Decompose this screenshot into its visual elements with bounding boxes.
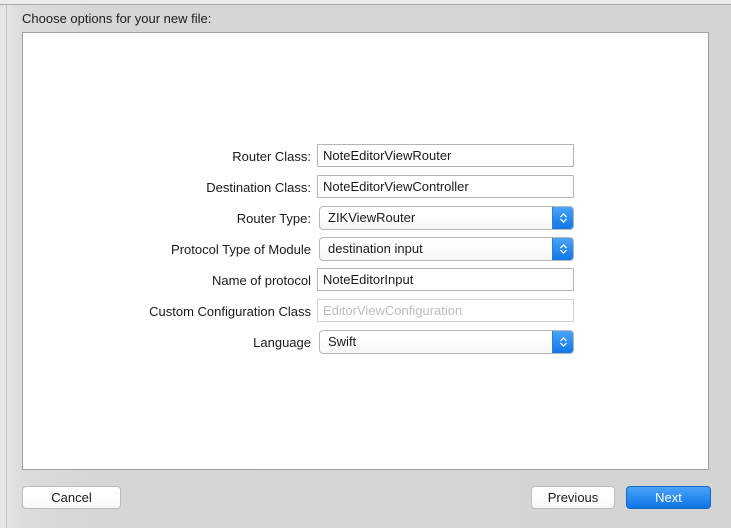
field-label: Router Class: xyxy=(232,149,311,164)
field-label: Custom Configuration Class xyxy=(149,304,311,319)
dialog-prompt: Choose options for your new file: xyxy=(22,11,212,26)
cancel-button[interactable]: Cancel xyxy=(22,486,121,509)
field-label: Router Type: xyxy=(236,211,311,226)
form-row: Router Type: ZIKViewRouter xyxy=(23,206,710,237)
text-field[interactable]: NoteEditorInput xyxy=(317,268,574,291)
popup-button[interactable]: Swift xyxy=(319,330,574,354)
options-form: Router Class: NoteEditorViewRouter Destina… xyxy=(23,144,710,361)
chevron-up-down-icon[interactable] xyxy=(552,331,573,353)
chevron-up-down-icon[interactable] xyxy=(552,238,573,260)
popup-value: destination input xyxy=(328,241,423,256)
form-row: Language Swift xyxy=(23,330,710,361)
text-field-value: NoteEditorViewRouter xyxy=(323,148,452,163)
form-row: Custom Configuration Class EditorViewConf… xyxy=(23,299,710,330)
popup-button[interactable]: ZIKViewRouter xyxy=(319,206,574,230)
text-field[interactable]: NoteEditorViewRouter xyxy=(317,144,574,167)
field-label: Protocol Type of Module xyxy=(171,242,311,257)
text-field-placeholder: EditorViewConfiguration xyxy=(323,303,463,318)
next-button[interactable]: Next xyxy=(626,486,711,509)
previous-button[interactable]: Previous xyxy=(531,486,615,509)
field-label: Name of protocol xyxy=(212,273,311,288)
field-label: Destination Class: xyxy=(206,180,311,195)
window-left-border xyxy=(6,5,7,528)
options-panel: Router Class: NoteEditorViewRouter Destina… xyxy=(22,32,709,470)
new-file-options-dialog: Choose options for your new file: Router… xyxy=(0,0,731,528)
text-field[interactable]: EditorViewConfiguration xyxy=(317,299,574,322)
popup-value: ZIKViewRouter xyxy=(328,210,416,225)
chevron-up-down-icon[interactable] xyxy=(552,207,573,229)
field-label: Language xyxy=(253,335,311,350)
form-row: Name of protocol NoteEditorInput xyxy=(23,268,710,299)
popup-value: Swift xyxy=(328,334,357,349)
text-field[interactable]: NoteEditorViewController xyxy=(317,175,574,198)
titlebar-divider xyxy=(0,4,731,5)
form-row: Router Class: NoteEditorViewRouter xyxy=(23,144,710,175)
text-field-value: NoteEditorInput xyxy=(323,272,414,287)
text-field-value: NoteEditorViewController xyxy=(323,179,469,194)
form-row: Destination Class: NoteEditorViewControll… xyxy=(23,175,710,206)
popup-button[interactable]: destination input xyxy=(319,237,574,261)
form-row: Protocol Type of Module destination input xyxy=(23,237,710,268)
